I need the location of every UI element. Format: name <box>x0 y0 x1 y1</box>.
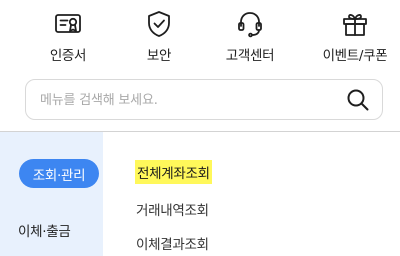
headset-icon <box>238 12 262 38</box>
submenu-item-transfer-result[interactable]: 이체결과조회 <box>136 233 209 253</box>
quick-item-event-coupon[interactable]: 이벤트/쿠폰 <box>315 0 395 70</box>
shield-check-icon <box>148 11 170 37</box>
certificate-icon <box>55 14 81 33</box>
search-box <box>25 79 383 120</box>
gift-icon <box>343 14 367 36</box>
quick-item-certificate[interactable]: 인증서 <box>28 0 108 70</box>
submenu-item-all-accounts[interactable]: 전체계좌조회 <box>135 160 212 184</box>
quick-item-label: 보안 <box>146 48 172 64</box>
quick-menu: 인증서 보안 고객센터 이벤트/쿠폰 <box>0 0 400 72</box>
quick-item-label: 인증서 <box>49 48 87 64</box>
category-nav: 조회·관리 이체·출금 <box>0 132 103 256</box>
quick-item-security[interactable]: 보안 <box>119 0 199 70</box>
quick-item-label: 이벤트/쿠폰 <box>322 48 388 64</box>
search-icon[interactable] <box>345 87 371 113</box>
category-item-transfer-withdrawal[interactable]: 이체·출금 <box>18 220 71 240</box>
submenu-item-transaction-history[interactable]: 거래내역조회 <box>136 199 209 219</box>
search-input[interactable] <box>40 88 330 112</box>
quick-item-label: 고객센터 <box>225 48 275 64</box>
quick-item-customer-center[interactable]: 고객센터 <box>210 0 290 70</box>
category-item-inquiry-management[interactable]: 조회·관리 <box>19 159 99 188</box>
